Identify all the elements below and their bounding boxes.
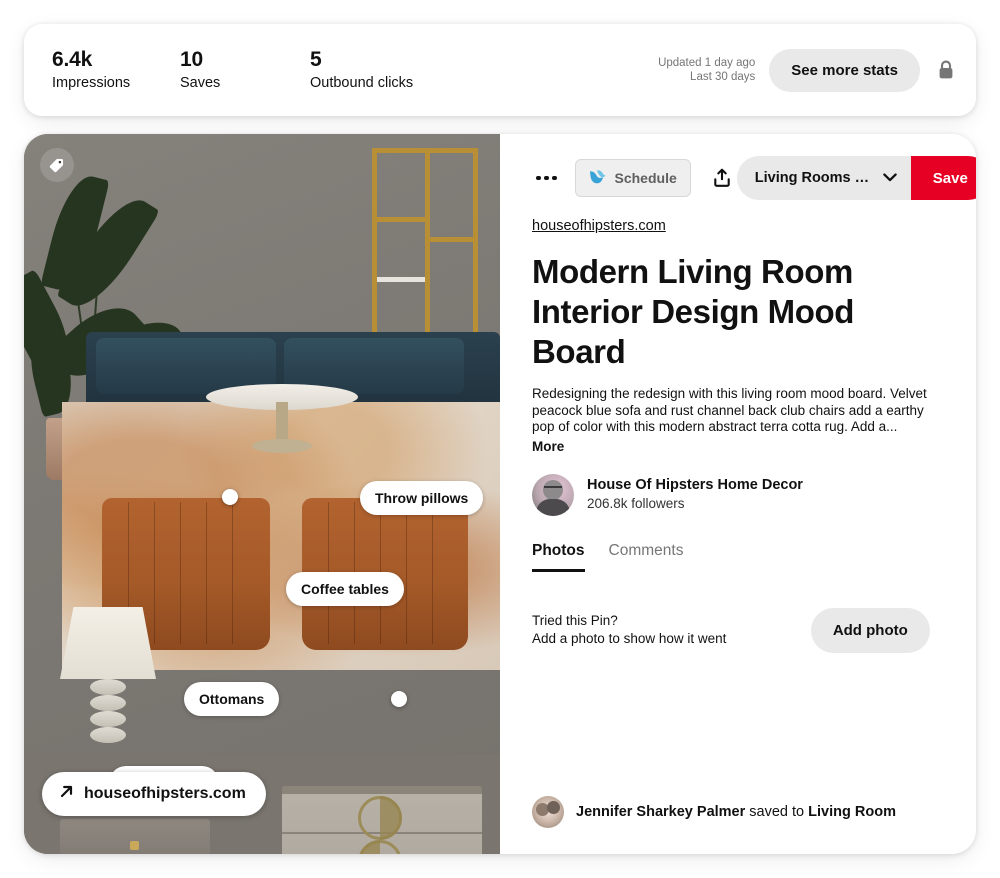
creator-text-block: House Of Hipsters Home Decor 206.8k foll…: [587, 476, 803, 513]
stat-saves-label: Saves: [180, 75, 221, 91]
pin-tabs: Photos Comments: [532, 542, 976, 572]
chevron-down-icon: [883, 169, 897, 187]
creator-name: House Of Hipsters Home Decor: [587, 477, 803, 493]
pin-action-row: Schedule Living Rooms & Fa...: [532, 156, 976, 200]
scene-lamp-base: [90, 679, 126, 765]
product-dot-marker[interactable]: [222, 489, 238, 505]
pin-description-more-link[interactable]: More: [532, 439, 564, 454]
stats-updated-block: Updated 1 day ago Last 30 days: [658, 56, 755, 85]
stat-impressions: 6.4k Impressions: [52, 47, 180, 93]
pin-creator[interactable]: House Of Hipsters Home Decor 206.8k foll…: [532, 473, 976, 516]
see-more-stats-button[interactable]: See more stats: [769, 48, 920, 92]
pin-stats-bar: 6.4k Impressions 10 Saves 5 Outbound cli…: [24, 24, 976, 116]
product-tag-chip[interactable]: Coffee tables: [286, 572, 404, 606]
add-photo-button[interactable]: Add photo: [810, 607, 930, 653]
stat-outbound-clicks-label: Outbound clicks: [310, 75, 414, 91]
image-site-badge-label: houseofhipsters.com: [84, 785, 246, 802]
save-button[interactable]: Save: [910, 156, 976, 200]
stats-bar-right: Updated 1 day ago Last 30 days See more …: [658, 48, 976, 92]
pin-title: Modern Living Room Interior Design Mood …: [532, 253, 855, 370]
stat-impressions-label: Impressions: [52, 75, 131, 91]
tried-this-pin-subtitle: Add a photo to show how it went: [532, 631, 727, 646]
creator-avatar: [532, 473, 574, 516]
scene-dresser: [282, 786, 482, 854]
pin-detail-page: 6.4k Impressions 10 Saves 5 Outbound cli…: [0, 0, 1000, 878]
creator-followers: 206.8k followers: [587, 496, 685, 511]
product-tag-chip[interactable]: Throw pillows: [360, 481, 484, 515]
scene-nightstand-top: [60, 819, 210, 854]
stat-impressions-value: 6.4k: [52, 48, 93, 71]
saver-name: Jennifer Sharkey Palmer: [576, 804, 746, 820]
saver-avatar: [532, 796, 564, 828]
stats-range-text: Last 30 days: [690, 71, 756, 83]
arrow-up-right-icon: [58, 783, 75, 805]
tried-this-pin-section: Tried this Pin? Add a photo to show how …: [532, 607, 976, 653]
schedule-button-label: Schedule: [614, 170, 677, 186]
saved-board-name: Living Room: [808, 804, 896, 820]
schedule-button[interactable]: Schedule: [574, 159, 691, 197]
tried-this-pin-text: Tried this Pin? Add a photo to show how …: [532, 612, 726, 648]
pin-description: Redesigning the redesign with this livin…: [532, 386, 927, 434]
saved-by-text: Jennifer Sharkey Palmer saved to Living …: [576, 804, 896, 820]
pin-source-link[interactable]: houseofhipsters.com: [532, 218, 666, 234]
lock-icon: [938, 60, 954, 80]
tailwind-bird-icon: [589, 168, 608, 188]
scene-lamp-shade: [60, 607, 156, 679]
tab-photos[interactable]: Photos: [532, 542, 585, 572]
stat-saves-value: 10: [180, 48, 203, 71]
tried-this-pin-title: Tried this Pin?: [532, 613, 618, 628]
product-tag-chip[interactable]: Ottomans: [184, 682, 280, 716]
saved-by-row[interactable]: Jennifer Sharkey Palmer saved to Living …: [532, 796, 896, 828]
product-dot-marker[interactable]: [391, 691, 407, 707]
pin-card: Throw pillows Coffee tables Ottomans Tab…: [24, 134, 976, 854]
price-tag-icon[interactable]: [40, 148, 74, 182]
tab-comments[interactable]: Comments: [609, 542, 684, 572]
ellipsis-icon[interactable]: [532, 170, 561, 187]
board-selector[interactable]: Living Rooms & Fa...: [736, 156, 911, 200]
pin-details-panel: Schedule Living Rooms & Fa...: [500, 134, 976, 854]
stat-saves: 10 Saves: [180, 47, 310, 93]
save-control-group: Living Rooms & Fa... Save: [736, 156, 976, 200]
pin-image[interactable]: Throw pillows Coffee tables Ottomans Tab…: [24, 134, 500, 854]
saved-action-text: saved to: [749, 804, 805, 820]
image-site-badge[interactable]: houseofhipsters.com: [42, 772, 266, 816]
stats-updated-text: Updated 1 day ago: [658, 56, 756, 69]
scene-coffee-table-base: [252, 439, 312, 453]
stat-outbound-clicks: 5 Outbound clicks: [310, 47, 500, 93]
stat-outbound-clicks-value: 5: [310, 48, 322, 71]
stats-metrics-group: 6.4k Impressions 10 Saves 5 Outbound cli…: [24, 47, 500, 93]
board-selector-label: Living Rooms & Fa...: [754, 170, 871, 186]
share-upload-icon[interactable]: [707, 163, 737, 193]
